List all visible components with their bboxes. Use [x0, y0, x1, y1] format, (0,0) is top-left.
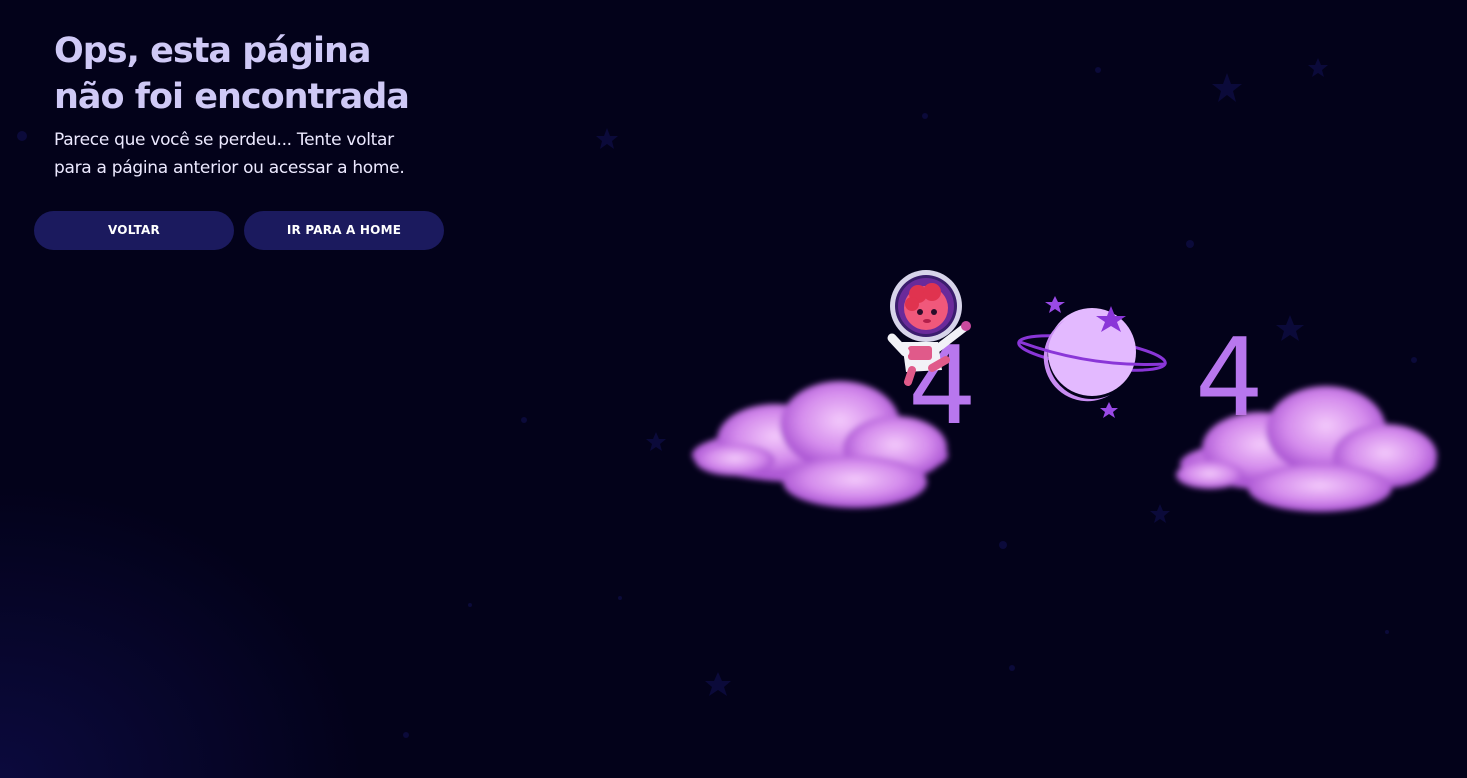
star-icon [705, 672, 731, 696]
page-description-line-1: Parece que você se perdeu... Tente volta… [54, 130, 394, 150]
star-icon [1045, 296, 1065, 313]
page-title-line-2: não foi encontrada [54, 77, 410, 117]
page-description: Parece que você se perdeu... Tente volta… [54, 126, 405, 182]
illustration-404: 4 4 [692, 270, 1437, 512]
error-page: Ops, esta página não foi encontrada Pare… [0, 0, 1467, 778]
star-icon [1100, 402, 1118, 418]
page-description-line-2: para a página anterior ou acessar a home… [54, 158, 405, 178]
page-title: Ops, esta página não foi encontrada [54, 28, 474, 120]
home-button[interactable]: IR PARA A HOME [244, 211, 444, 250]
page-title-line-1: Ops, esta página [54, 31, 371, 71]
star-icon [596, 128, 618, 149]
back-button[interactable]: VOLTAR [34, 211, 234, 250]
planet-icon [1017, 296, 1167, 418]
star-icon [646, 432, 666, 451]
star-icon [1308, 58, 1328, 77]
star-icon [1212, 73, 1242, 102]
